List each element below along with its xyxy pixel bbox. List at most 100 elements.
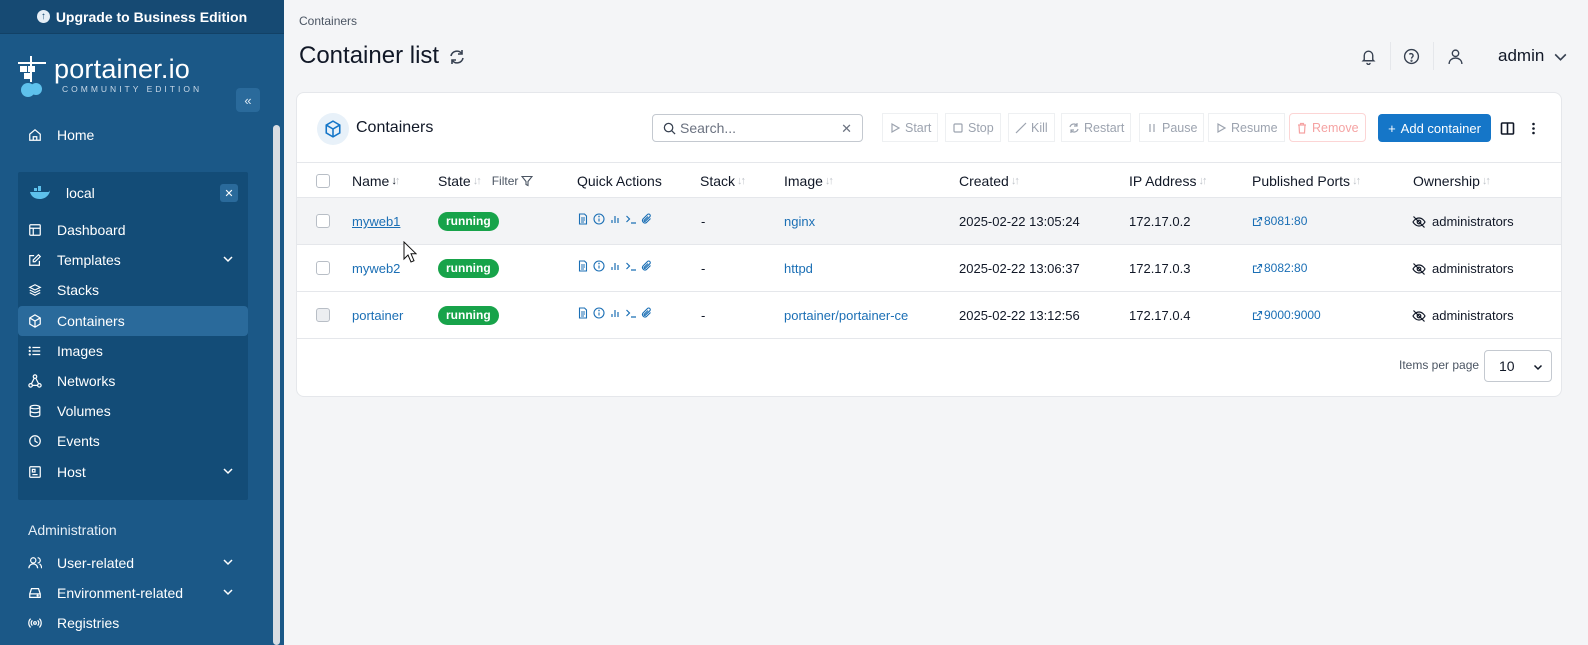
console-icon[interactable] [625, 213, 637, 225]
page-title: Container list [299, 42, 440, 69]
sidebar-item-images[interactable]: Images [18, 336, 248, 366]
stats-icon[interactable] [609, 260, 621, 272]
column-state[interactable]: State ↓↑ Filter [438, 173, 534, 189]
user-menu[interactable]: admin [1498, 46, 1544, 66]
clock-icon [28, 434, 42, 448]
column-published-ports[interactable]: Published Ports ↓↑ [1252, 173, 1361, 189]
start-button[interactable]: Start [882, 113, 939, 142]
row-checkbox[interactable] [316, 308, 330, 322]
table-row: myweb2 running - httpd 2025-02-22 13:06:… [297, 245, 1561, 292]
search-icon [663, 122, 676, 135]
items-per-page-select[interactable]: 10 [1484, 350, 1552, 382]
sidebar-item-registries[interactable]: Registries [2, 608, 232, 638]
stats-icon[interactable] [609, 307, 621, 319]
chevron-down-icon [223, 468, 233, 475]
logo-row: portainer.io COMMUNITY EDITION « [0, 34, 284, 114]
container-name-link[interactable]: myweb1 [352, 214, 400, 229]
info-icon[interactable] [593, 213, 605, 225]
state-filter[interactable]: Filter [492, 174, 534, 188]
table-row: myweb1 running - nginx 2025-02-22 13:05:… [297, 198, 1561, 245]
sidebar-scrollbar[interactable] [273, 125, 280, 645]
attach-icon[interactable] [641, 307, 653, 319]
main-content: Containers Container list admin Containe… [284, 0, 1588, 645]
bell-icon[interactable] [1357, 45, 1379, 67]
stop-button[interactable]: Stop [945, 113, 1001, 142]
sidebar-item-label: Containers [57, 313, 125, 329]
sidebar-item-volumes[interactable]: Volumes [18, 396, 248, 426]
logs-icon[interactable] [577, 213, 589, 225]
chevron-down-icon[interactable] [1549, 45, 1571, 67]
search-box: ✕ [652, 114, 863, 142]
restart-button[interactable]: Restart [1061, 113, 1132, 142]
upgrade-banner[interactable]: ↑ Upgrade to Business Edition [0, 0, 284, 34]
image-link[interactable]: portainer/portainer-ce [784, 308, 908, 323]
stats-icon[interactable] [609, 213, 621, 225]
kill-button[interactable]: Kill [1008, 113, 1055, 142]
console-icon[interactable] [625, 260, 637, 272]
column-ip-address[interactable]: IP Address ↓↑ [1129, 173, 1207, 189]
ownership-cell: administrators [1412, 214, 1514, 229]
column-image[interactable]: Image ↓↑ [784, 173, 834, 189]
external-link-icon [1252, 263, 1263, 273]
search-input[interactable] [680, 120, 840, 136]
edit-icon [28, 253, 42, 267]
attach-icon[interactable] [641, 260, 653, 272]
sidebar-item-dashboard[interactable]: Dashboard [18, 215, 248, 245]
sidebar-item-host[interactable]: Host [18, 457, 248, 487]
table-header: Name ↓↑ State ↓↑ Filter Quick Actions Stac… [297, 162, 1561, 198]
published-port-link[interactable]: 8082:80 [1252, 261, 1307, 275]
sidebar-item-stacks[interactable]: Stacks [18, 275, 248, 305]
logs-icon[interactable] [577, 307, 589, 319]
close-environment-button[interactable]: ✕ [220, 184, 238, 202]
logs-icon[interactable] [577, 260, 589, 272]
sidebar-item-environment-related[interactable]: Environment-related [2, 578, 233, 608]
column-ownership[interactable]: Ownership ↓↑ [1413, 173, 1491, 189]
breadcrumb[interactable]: Containers [299, 14, 357, 28]
remove-button[interactable]: Remove [1289, 113, 1366, 142]
sidebar-item-home[interactable]: Home [18, 120, 248, 150]
info-icon[interactable] [593, 307, 605, 319]
more-vertical-icon[interactable] [1526, 121, 1541, 136]
status-badge: running [438, 306, 499, 325]
mouse-cursor-icon [403, 241, 417, 263]
console-icon[interactable] [625, 307, 637, 319]
info-icon[interactable] [593, 260, 605, 272]
pause-button[interactable]: Pause [1139, 113, 1205, 142]
header-separator [1390, 42, 1391, 70]
column-stack[interactable]: Stack ↓↑ [700, 173, 746, 189]
quick-actions [577, 260, 653, 272]
columns-icon[interactable] [1500, 121, 1515, 136]
published-port-link[interactable]: 9000:9000 [1252, 308, 1321, 322]
clear-search-icon[interactable]: ✕ [841, 121, 852, 137]
column-created[interactable]: Created ↓↑ [959, 173, 1020, 189]
docker-icon [30, 186, 50, 199]
add-container-button[interactable]: + Add container [1378, 114, 1491, 142]
sidebar-item-user-related[interactable]: User-related [2, 548, 233, 578]
sidebar-item-label: Environment-related [57, 585, 184, 601]
row-checkbox[interactable] [316, 214, 330, 228]
attach-icon[interactable] [641, 213, 653, 225]
sidebar-item-containers[interactable]: Containers [18, 306, 248, 336]
select-all-checkbox[interactable] [316, 174, 330, 188]
sidebar-item-networks[interactable]: Networks [18, 366, 248, 396]
published-port-link[interactable]: 8081:80 [1252, 214, 1307, 228]
sidebar-item-templates[interactable]: Templates [18, 245, 248, 275]
row-checkbox[interactable] [316, 261, 330, 275]
user-icon[interactable] [1444, 45, 1466, 67]
square-icon [953, 122, 963, 133]
help-icon[interactable] [1400, 45, 1422, 67]
sidebar-item-events[interactable]: Events [18, 426, 248, 456]
resume-button[interactable]: Resume [1208, 113, 1285, 142]
stack-cell: - [701, 214, 706, 229]
list-icon [28, 344, 42, 358]
column-name[interactable]: Name ↓↑ [352, 173, 400, 189]
container-name-link[interactable]: portainer [352, 308, 403, 323]
collapse-sidebar-button[interactable]: « [236, 88, 260, 112]
image-link[interactable]: nginx [784, 214, 815, 229]
container-name-link[interactable]: myweb2 [352, 261, 400, 276]
quick-actions [577, 213, 653, 225]
image-link[interactable]: httpd [784, 261, 813, 276]
refresh-icon[interactable] [448, 48, 466, 66]
containers-card: Containers ✕ Start Stop Kill Restart Pau… [296, 92, 1562, 397]
environment-header[interactable]: local ✕ [18, 176, 248, 210]
